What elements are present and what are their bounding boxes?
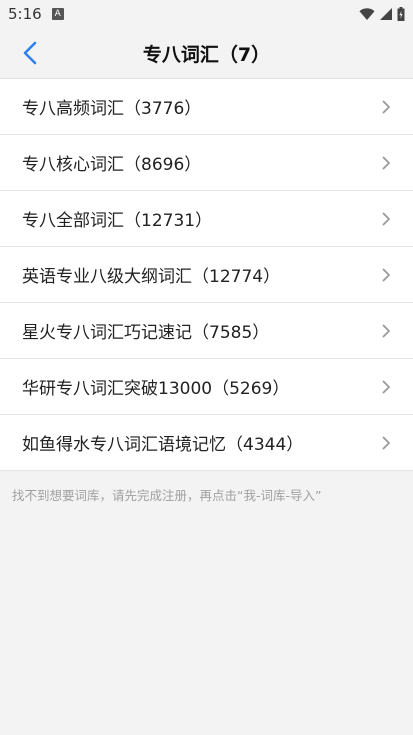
status-time: 5:16 — [8, 5, 42, 23]
signal-icon — [380, 8, 392, 20]
list-item-label: 专八核心词汇（8696） — [22, 155, 202, 175]
wifi-icon — [359, 8, 375, 20]
list-item-label: 华研专八词汇突破13000（5269） — [22, 379, 290, 399]
list-item-label: 专八高频词汇（3776） — [22, 99, 202, 119]
chevron-right-icon — [382, 380, 391, 394]
chevron-right-icon — [382, 212, 391, 226]
chevron-right-icon — [382, 100, 391, 114]
list-item-label: 专八全部词汇（12731） — [22, 211, 213, 231]
status-left: 5:16 A — [8, 5, 64, 23]
page-title: 专八词汇（7） — [142, 43, 271, 66]
list-item-label: 星火专八词汇巧记速记（7585） — [22, 323, 270, 343]
notification-icon: A — [51, 8, 64, 20]
chevron-right-icon — [382, 268, 391, 282]
chevron-right-icon — [382, 156, 391, 170]
import-hint: 找不到想要词库，请先完成注册，再点击“我-词库-导入” — [12, 488, 322, 503]
list-item-label: 如鱼得水专八词汇语境记忆（4344） — [22, 435, 304, 455]
list-item[interactable]: 星火专八词汇巧记速记（7585） — [0, 303, 413, 359]
back-arrow-icon — [23, 41, 37, 65]
list-item[interactable]: 专八高频词汇（3776） — [0, 79, 413, 135]
list-item[interactable]: 英语专业八级大纲词汇（12774） — [0, 247, 413, 303]
battery-icon — [397, 7, 405, 21]
list-item[interactable]: 华研专八词汇突破13000（5269） — [0, 359, 413, 415]
chevron-right-icon — [382, 324, 391, 338]
nav-bar: 专八词汇（7） — [0, 28, 413, 79]
chevron-right-icon — [382, 436, 391, 450]
list-item-label: 英语专业八级大纲词汇（12774） — [22, 267, 281, 287]
list-item[interactable]: 专八全部词汇（12731） — [0, 191, 413, 247]
list-item[interactable]: 如鱼得水专八词汇语境记忆（4344） — [0, 415, 413, 471]
list-item[interactable]: 专八核心词汇（8696） — [0, 135, 413, 191]
status-right — [359, 7, 405, 21]
status-bar: 5:16 A — [0, 0, 413, 28]
back-button[interactable] — [12, 28, 48, 78]
wordbook-list: 专八高频词汇（3776） 专八核心词汇（8696） 专八全部词汇（12731） … — [0, 79, 413, 471]
